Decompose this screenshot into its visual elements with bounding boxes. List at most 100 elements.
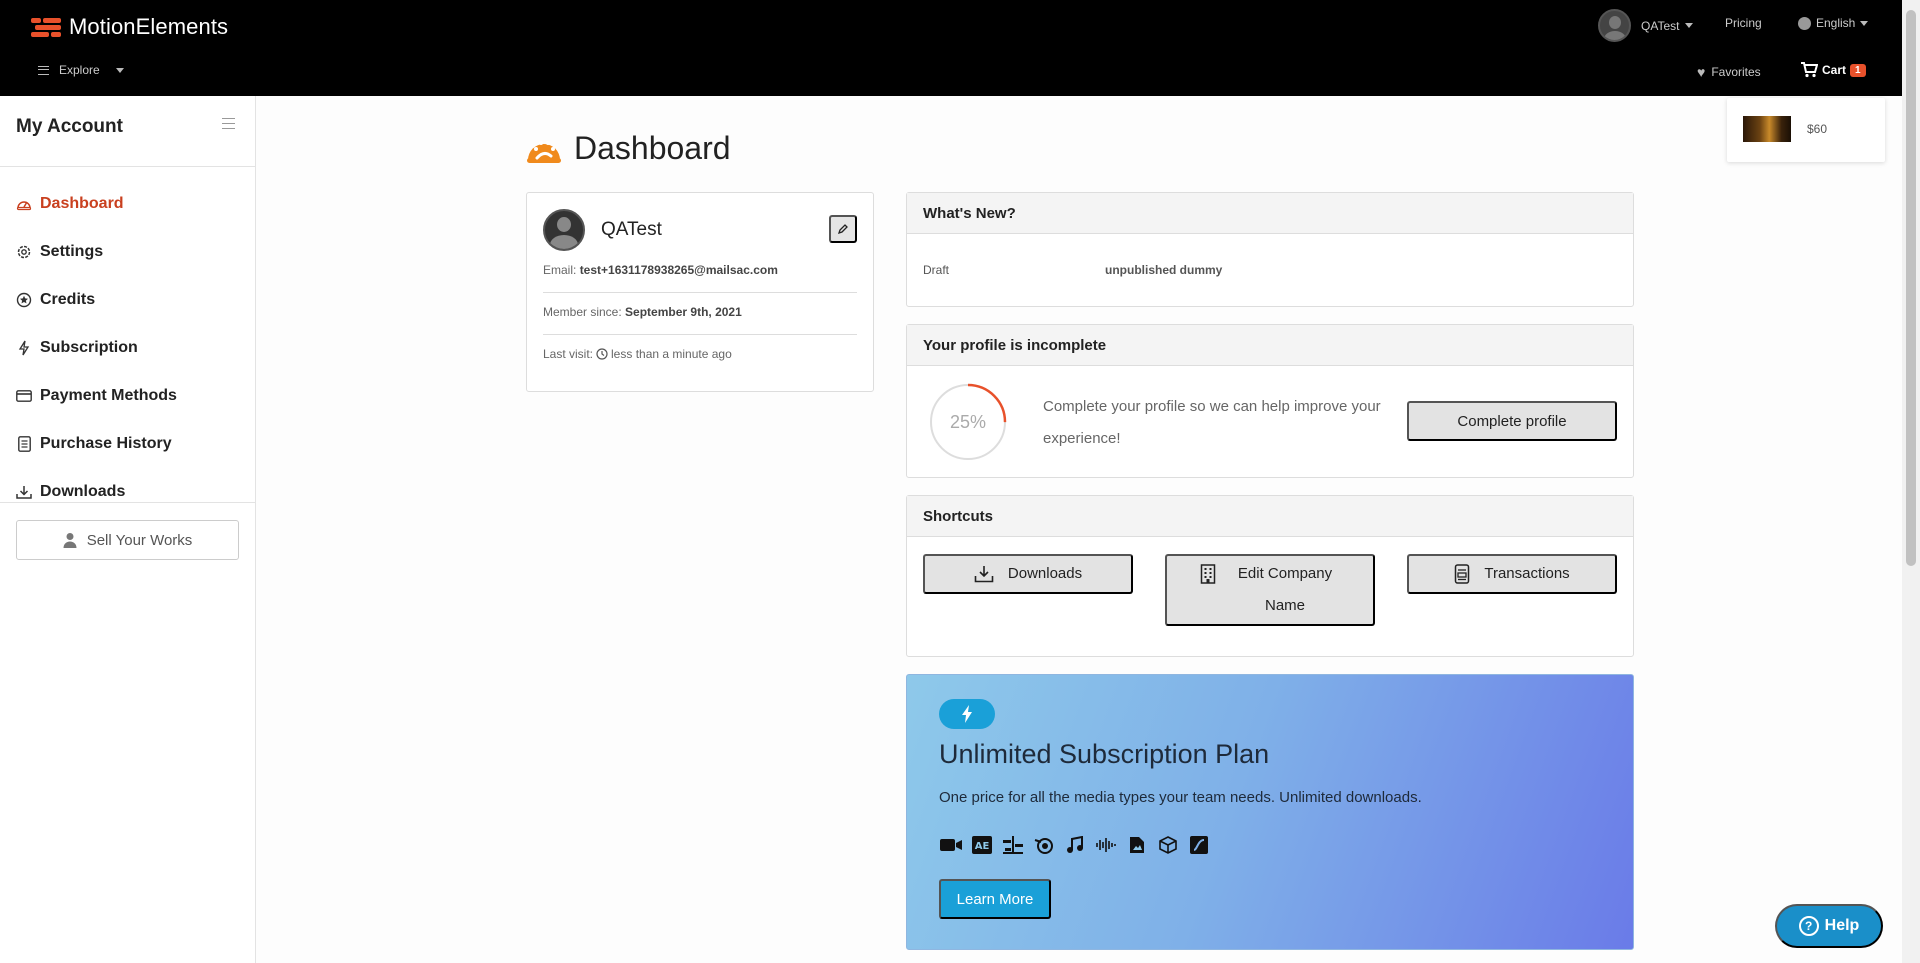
sidebar-item-label: Downloads [40,483,126,500]
help-button[interactable]: ? Help [1775,904,1883,948]
profile-incomplete-message: Complete your profile so we can help imp… [1043,398,1381,447]
shortcut-label: Downloads [1007,565,1083,582]
globe-icon [1798,16,1811,30]
whats-new-panel: What's New? Draft unpublished dummy [906,192,1634,307]
cart-label: Cart [1822,63,1847,77]
divider [0,166,255,167]
video-icon [939,835,962,855]
divider [543,334,857,335]
page-scrollbar[interactable] [1902,0,1920,963]
profile-name: QATest [601,219,662,240]
sidebar-item-subscription[interactable]: Subscription [16,324,177,372]
after-effects-icon: AE [970,835,993,855]
shortcut-label: Transactions [1484,565,1570,582]
member-since-label: Member since: [543,305,622,319]
sidebar-toggle-icon[interactable] [222,118,235,129]
last-visit-label: Last visit: [543,347,594,361]
panel-title: Your profile is incomplete [907,325,1633,366]
language-selector[interactable]: English [1798,16,1869,30]
last-visit-row: Last visit: less than a minute ago [543,347,732,361]
brand-logo-link[interactable]: MotionElements [31,14,228,40]
shortcut-transactions-button[interactable]: Transactions [1407,554,1617,594]
cart-dropdown: $60 [1727,98,1885,162]
member-since-value: September 9th, 2021 [625,305,742,319]
lottie-icon [1187,835,1210,855]
3d-model-icon [1156,835,1179,855]
sidebar-item-settings[interactable]: Settings [16,228,177,276]
shortcut-edit-company-button[interactable]: Edit Company Name [1165,554,1375,626]
brand-name: MotionElements [69,14,229,39]
heart-icon: ♥ [1697,64,1706,80]
profile-email-row: Email: test+1631178938265@mailsac.com [543,263,778,277]
star-circle-icon [16,292,32,308]
sidebar-item-downloads[interactable]: Downloads [16,468,177,516]
page-header: Dashboard [526,130,731,167]
cart-icon [1801,62,1818,78]
user-menu[interactable]: QATest [1598,9,1694,42]
sidebar-item-dashboard[interactable]: Dashboard [16,180,177,228]
promo-title: Unlimited Subscription Plan [939,739,1270,769]
credit-card-icon [16,388,32,404]
profile-progress-text: 25% [949,411,987,432]
download-icon [974,566,994,583]
subscription-promo-banner: Unlimited Subscription Plan One price fo… [906,674,1634,950]
motionelements-logo-icon [31,16,61,38]
caret-down-icon [1860,20,1869,26]
whats-new-label: Draft [923,263,950,277]
gauge-icon [16,196,32,212]
question-icon: ? [1798,916,1819,936]
sidebar-item-label: Subscription [40,339,138,356]
receipt-icon [1455,564,1470,584]
cart-item-price: $60 [1807,122,1828,136]
sidebar-item-label: Purchase History [40,435,172,452]
last-visit-value: less than a minute ago [611,347,732,361]
explore-label: Explore [59,63,100,77]
avatar [543,209,585,251]
explore-menu[interactable]: Explore [38,63,124,77]
download-icon [16,484,32,500]
pricing-link[interactable]: Pricing [1725,16,1762,30]
complete-profile-button[interactable]: Complete profile [1407,401,1617,441]
sidebar-item-label: Dashboard [40,195,124,212]
cart-item-thumbnail[interactable] [1743,116,1791,142]
sound-effects-icon [1094,835,1117,855]
divider [543,292,857,293]
profile-card: QATest Email: test+1631178938265@mailsac… [526,192,874,392]
profile-incomplete-panel: Your profile is incomplete 25% Complete … [906,324,1634,478]
email-label: Email: [543,263,577,277]
language-label: English [1816,16,1856,30]
dashboard-gauge-icon [527,140,561,163]
learn-more-button[interactable]: Learn More [939,879,1051,919]
email-value: test+1631178938265@mailsac.com [579,263,778,277]
member-since-row: Member since: September 9th, 2021 [543,305,742,319]
shortcut-downloads-button[interactable]: Downloads [923,554,1133,594]
caret-down-icon [115,67,124,73]
sidebar-item-label: Payment Methods [40,387,177,404]
sidebar-item-payment-methods[interactable]: Payment Methods [16,372,177,420]
scrollbar-thumb[interactable] [1906,10,1916,566]
image-icon [1125,835,1148,855]
sidebar-item-credits[interactable]: Credits [16,276,177,324]
sidebar-item-label: Settings [40,243,104,260]
user-avatar [1598,9,1631,42]
edit-profile-button[interactable] [829,215,857,243]
favorites-label: Favorites [1711,65,1761,79]
sell-your-works-button[interactable]: Sell Your Works [16,520,239,560]
top-header: MotionElements Explore QATest Pricing En… [0,0,1902,96]
user-name: QATest [1641,18,1680,33]
gear-icon [16,244,32,260]
panel-title: What's New? [907,193,1633,234]
account-sidebar: My Account Dashboard Settings Credits Su… [0,96,256,963]
user-icon [63,533,77,548]
cart-link[interactable]: Cart 1 [1800,62,1866,78]
favorites-link[interactable]: ♥ Favorites [1697,64,1761,80]
svg-text:AE: AE [974,841,989,852]
sidebar-item-label: Credits [40,291,96,308]
bolt-icon [939,699,995,729]
help-label: Help [1824,917,1860,934]
sidebar-item-purchase-history[interactable]: Purchase History [16,420,177,468]
whats-new-value[interactable]: unpublished dummy [1105,263,1222,277]
pencil-icon [837,224,848,235]
promo-subtitle: One price for all the media types your t… [939,789,1422,806]
premiere-icon [1001,835,1024,855]
